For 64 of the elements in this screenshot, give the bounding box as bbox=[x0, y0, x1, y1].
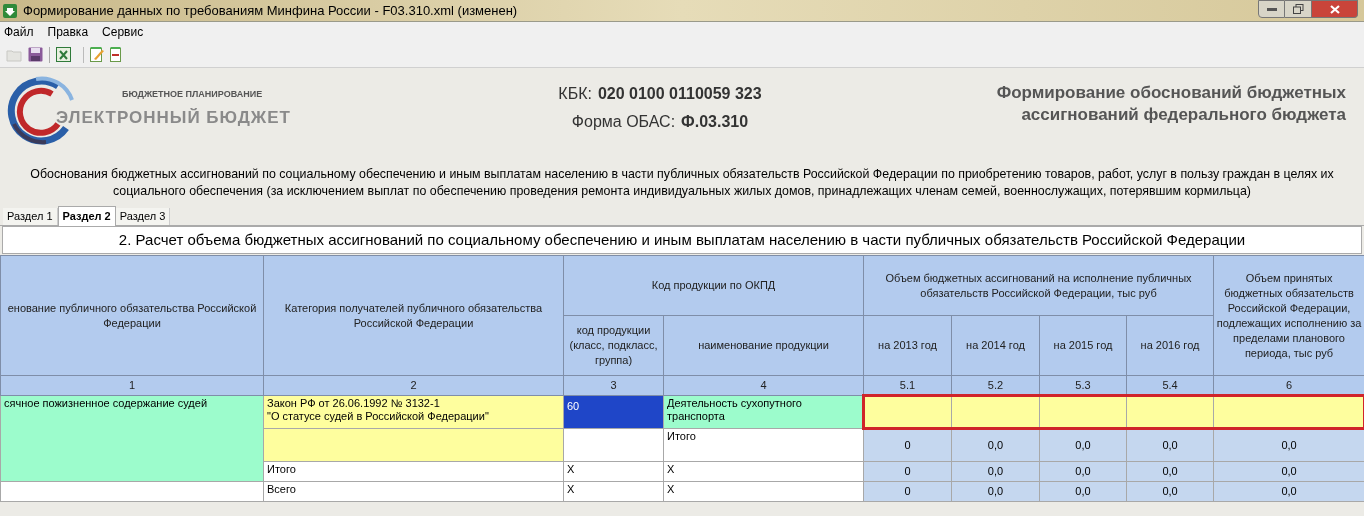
column-header: 4 bbox=[760, 379, 767, 391]
section-tab[interactable]: Раздел 2 bbox=[57, 206, 116, 226]
table-cell[interactable] bbox=[1213, 395, 1364, 429]
spreadsheet-icon[interactable] bbox=[56, 47, 71, 62]
column-header: 6 bbox=[1285, 378, 1293, 391]
table-cell[interactable]: Деятельность сухопутного транспорта bbox=[663, 395, 864, 429]
column-header: наименование продукции bbox=[698, 339, 829, 351]
column-header: Объем бюджетных ассигнований на исполнение публичных обязательств Российской Федерации, тыс руб bbox=[885, 271, 1192, 299]
minimize-icon bbox=[1266, 7, 1277, 11]
table-cell[interactable]: Закон РФ от 26.06.1992 № 3132-1 "О статусе судей в Российской Федерации" bbox=[263, 395, 564, 429]
table-cell[interactable] bbox=[1126, 395, 1214, 429]
menu-item[interactable]: Файл bbox=[4, 23, 34, 41]
code-label: Форма ОБАС: bbox=[571, 112, 676, 132]
table-cell[interactable] bbox=[1039, 395, 1127, 429]
table-cell[interactable]: 60 bbox=[563, 395, 664, 429]
column-header: Категория получателей публичного обязательства Российской Федерации bbox=[284, 301, 543, 329]
table-cell[interactable] bbox=[263, 428, 564, 462]
menu-item[interactable]: Правка bbox=[47, 23, 89, 41]
table-cell: 0,0 bbox=[1126, 428, 1214, 462]
column-header: 5.1 bbox=[899, 378, 916, 391]
restore-icon bbox=[1292, 4, 1304, 14]
table-cell[interactable]: сячное пожизненное содержание судей bbox=[0, 395, 264, 482]
table-cell: 0,0 bbox=[1039, 428, 1127, 462]
column-header: 5.2 bbox=[987, 378, 1004, 391]
column-header: 2 bbox=[410, 379, 417, 391]
app-icon bbox=[3, 3, 17, 18]
table-cell: 0,0 bbox=[1213, 428, 1364, 462]
column-header: енование публичного обязательства Российской Федерации bbox=[7, 301, 257, 329]
edit-icon[interactable] bbox=[90, 47, 104, 62]
column-header: 1 bbox=[128, 379, 136, 391]
form-heading: Формирование обоснований бюджетных bbox=[996, 82, 1346, 104]
column-header: на 2013 год bbox=[878, 339, 937, 351]
delete-row-icon[interactable] bbox=[110, 47, 121, 62]
window-title: Формирование данных по требованиям Минфина России - F03.310.xml (изменен) bbox=[23, 1, 518, 20]
menu-item[interactable]: Сервис bbox=[102, 23, 144, 41]
column-header: на 2016 год bbox=[1140, 339, 1200, 351]
save-icon[interactable] bbox=[28, 47, 43, 62]
column-header: 5.4 bbox=[1162, 378, 1178, 391]
close-icon bbox=[1329, 4, 1340, 14]
table-cell[interactable] bbox=[863, 395, 952, 429]
code-value: Ф.03.310 bbox=[681, 112, 749, 132]
column-header: на 2015 год bbox=[1053, 339, 1113, 351]
close-button[interactable] bbox=[1312, 0, 1358, 18]
column-header: Код продукции по ОКПД bbox=[651, 279, 776, 291]
table-cell: 0 bbox=[863, 428, 952, 462]
code-label: КБК: bbox=[558, 84, 592, 104]
logo-title: ЭЛЕКТРОННЫЙ БЮДЖЕТ bbox=[56, 107, 291, 129]
table-cell[interactable] bbox=[951, 395, 1040, 429]
description-text: Обоснования бюджетных ассигнований по социальному обеспечению и иным выплатам населению в части публичных обязательств Российской Федерации по приобретению товаров, работ, услуг в пользу граждан в целях их социального обеспечения (за исключением выплат по обеспечению проведения ремонта индивидуальных жилых домов, принадлежащих членам семей, военнослужащих, потерявшим кормильца) bbox=[29, 166, 1335, 200]
section-tab[interactable]: Раздел 1 bbox=[3, 208, 58, 225]
table-cell: 0,0 bbox=[951, 428, 1040, 462]
code-value: 020 0100 0110059 323 bbox=[597, 84, 762, 104]
column-header: 3 bbox=[610, 379, 617, 391]
section-tab[interactable]: Раздел 3 bbox=[115, 208, 171, 225]
minimize-button[interactable] bbox=[1258, 0, 1285, 18]
column-header: код продукции (класс, подкласс, группа) bbox=[569, 324, 658, 366]
logo-subtitle: БЮДЖЕТНОЕ ПЛАНИРОВАНИЕ bbox=[122, 87, 264, 101]
column-header: Объем принятых бюджетных обязательств Российской Федерации, подлежащих исполнению за пределами планового периода, тыс руб bbox=[1216, 271, 1362, 359]
restore-button[interactable] bbox=[1285, 0, 1312, 18]
form-heading: ассигнований федерального бюджета bbox=[1021, 104, 1346, 126]
table-cell: Итого bbox=[663, 428, 864, 462]
column-header: 5.3 bbox=[1075, 378, 1091, 391]
table-title: 2. Расчет объема бюджетных ассигнований по социальному обеспечению и иным выплатам населению в части публичных обязательств Российской Федерации bbox=[118, 229, 1246, 250]
column-header: на 2014 год bbox=[966, 339, 1025, 351]
